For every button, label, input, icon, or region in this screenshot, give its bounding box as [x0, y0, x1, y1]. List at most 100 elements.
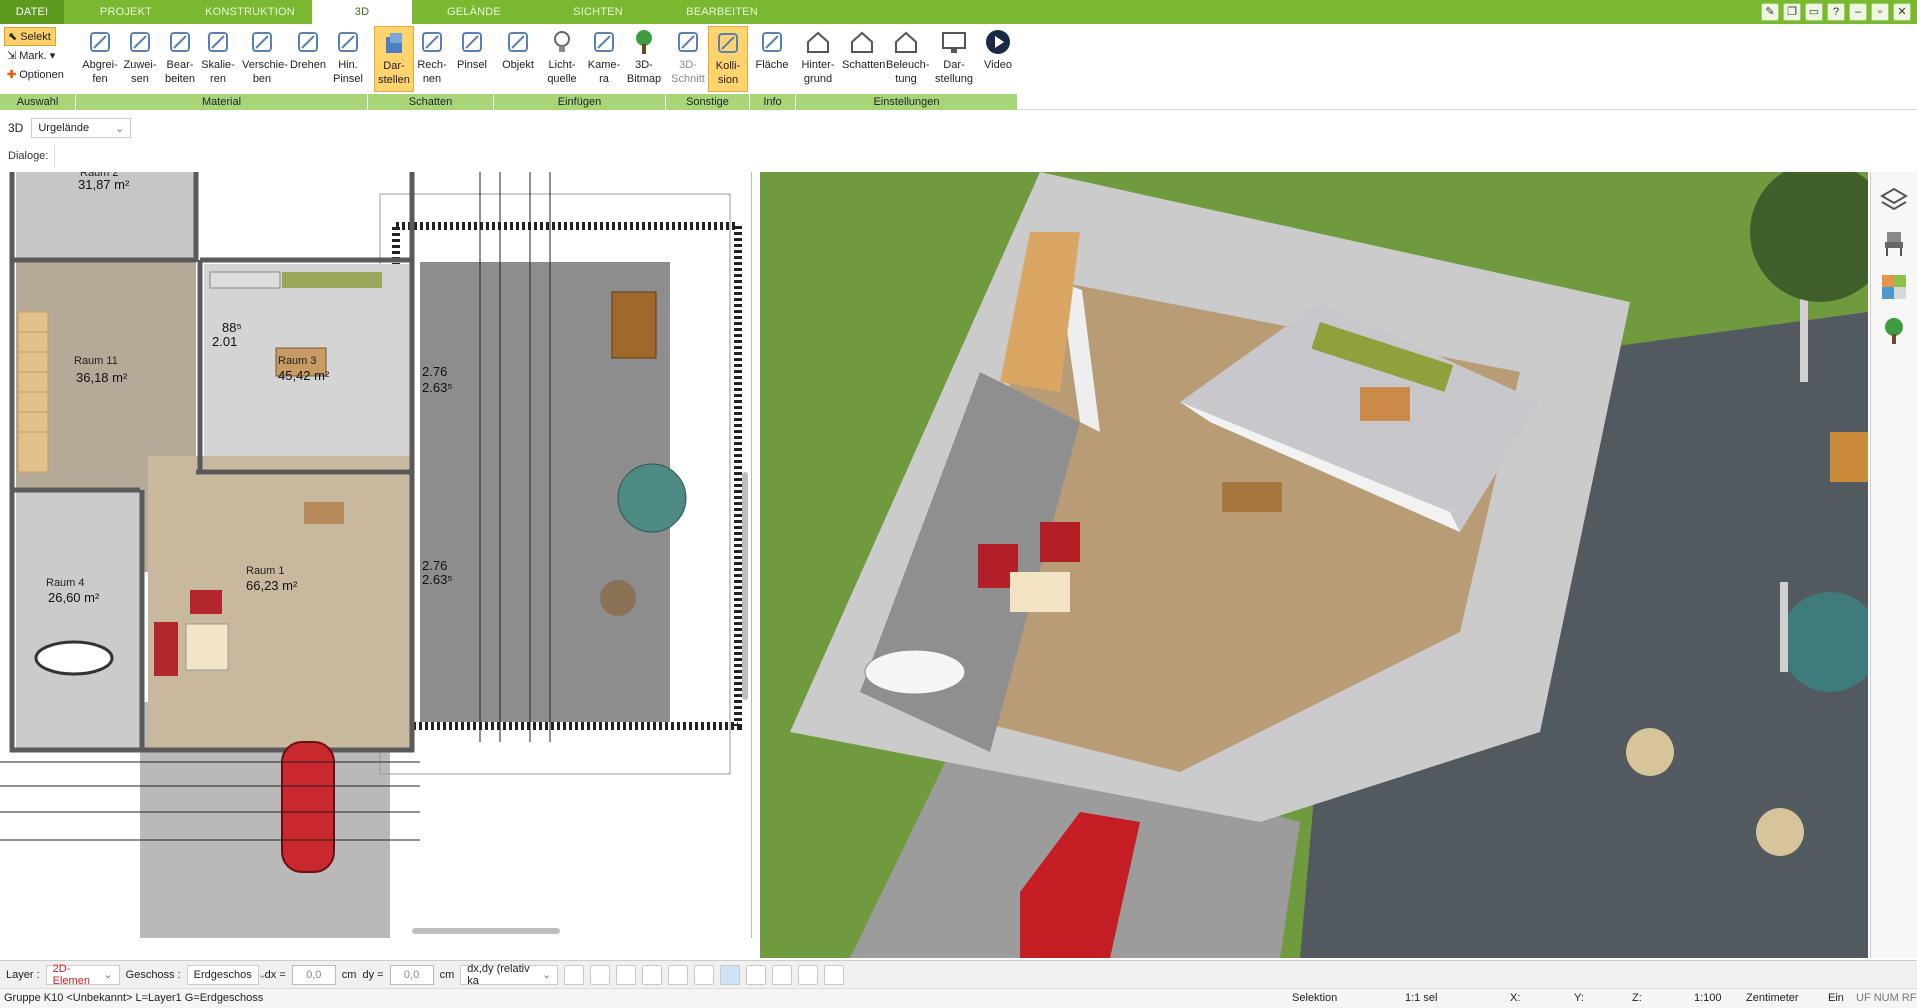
dx-input[interactable]: 0,0 [291, 964, 336, 985]
north-icon[interactable] [798, 964, 819, 985]
room-label-name: Raum 3 [278, 355, 317, 367]
grid-icon[interactable] [772, 964, 793, 985]
plane-icon[interactable] [720, 964, 741, 985]
window-icon[interactable]: ▭ [1805, 3, 1823, 21]
status-z: Z: [1632, 992, 1642, 1004]
layers-icon[interactable] [1879, 184, 1909, 214]
tab-bearbeiten[interactable]: BEARBEITEN [660, 0, 784, 24]
einstellungen-button-0[interactable]: Hinter- grund [798, 26, 838, 92]
brush-icon [462, 32, 482, 52]
plus-icon: ✚ [7, 69, 17, 81]
layer-dropdown[interactable]: 2D-Elemen ⌄ [45, 963, 120, 987]
floor-dropdown[interactable]: Erdgeschos ⌄ [186, 964, 267, 985]
mark-icon: ⇲ [7, 50, 17, 62]
chevron-down-icon: ⌄ [542, 969, 552, 981]
offset-mode-value: dx,dy (relativ ka [467, 962, 530, 987]
tab-gelaende[interactable]: GELÄNDE [412, 0, 536, 24]
einfuegen-button-0[interactable]: Objekt [498, 26, 538, 92]
car-icon[interactable] [694, 964, 715, 985]
ribbon-button-label: Objekt [502, 59, 534, 71]
tab-3d[interactable]: 3D [312, 0, 412, 24]
material-button-2[interactable]: Bear- beiten [160, 26, 200, 92]
tab-datei[interactable]: DATEI [0, 0, 64, 24]
group-label-sonstige: Sonstige [666, 94, 750, 110]
group-label-einfuegen: Einfügen [494, 94, 666, 110]
schatten-button-2[interactable]: Pinsel [452, 26, 492, 92]
material-button-3[interactable]: Skalie- ren [198, 26, 238, 92]
close-icon[interactable]: ✕ [1893, 3, 1911, 21]
paint-icon[interactable] [642, 964, 663, 985]
einstellungen-button-1[interactable]: Schatten [842, 26, 885, 92]
chevron-down-icon: ▾ [49, 50, 56, 62]
area-icon [762, 32, 782, 52]
room-label-name: Raum 1 [246, 565, 285, 577]
clock-icon[interactable] [564, 964, 585, 985]
material-button-6[interactable]: Hin. Pinsel [328, 26, 368, 92]
ribbon-button-label: Zuwei- sen [123, 59, 157, 85]
minimize-icon[interactable]: – [1849, 3, 1867, 21]
view-subbar: 3D Urgelände ⌄ [0, 114, 1917, 142]
rotate-icon [298, 32, 318, 52]
ribbon-button-label: Video [984, 59, 1012, 71]
monitor-icon[interactable] [590, 964, 611, 985]
3d-scene [760, 172, 1868, 958]
sonstige-button-1[interactable]: Kolli- sion [708, 26, 748, 92]
help-icon[interactable]: ? [1827, 3, 1845, 21]
wave-icon[interactable] [746, 964, 767, 985]
sonstige-button-0[interactable]: 3D- Schnitt [668, 26, 708, 92]
select-button[interactable]: ⬉ Selekt [4, 27, 56, 46]
tree-icon[interactable] [1879, 316, 1909, 346]
tree-icon [636, 30, 652, 54]
materials-icon[interactable] [1879, 272, 1909, 302]
einstellungen-button-3[interactable]: Dar- stellung [934, 26, 974, 92]
pen-icon[interactable]: ✎ [1761, 3, 1779, 21]
terrain-dropdown[interactable]: Urgelände ⌄ [31, 118, 132, 138]
ribbon-button-label: 3D- Schnitt [671, 59, 705, 85]
tab-sichten[interactable]: SICHTEN [536, 0, 660, 24]
chevron-down-icon: ⌄ [115, 122, 125, 135]
schatten-button-0[interactable]: Dar- stellen [374, 26, 414, 92]
material-button-4[interactable]: Verschie- ben [242, 26, 288, 92]
ribbon-tabbar: DATEI PROJEKT KONSTRUKTION 3D GELÄNDE SI… [0, 0, 1917, 24]
material-button-5[interactable]: Drehen [288, 26, 328, 92]
dimension-label: 2.63⁵ [422, 572, 453, 587]
material-button-0[interactable]: Abgrei- fen [80, 26, 120, 92]
material-button-1[interactable]: Zuwei- sen [120, 26, 160, 92]
einfuegen-button-2[interactable]: Kame- ra [584, 26, 624, 92]
info-button-0[interactable]: Fläche [752, 26, 792, 92]
room-label-area: 66,23 m² [246, 578, 298, 593]
status-mode: Selektion [1292, 992, 1338, 1004]
offset-mode-dropdown[interactable]: dx,dy (relativ ka ⌄ [460, 962, 559, 987]
horizontal-scrollbar[interactable] [412, 928, 560, 934]
einfuegen-button-1[interactable]: Licht- quelle [542, 26, 582, 92]
dy-input[interactable]: 0,0 [389, 964, 434, 985]
right-sidebar [1870, 172, 1917, 958]
dialog-label: Dialoge: [8, 150, 49, 162]
chair-icon[interactable] [1879, 228, 1909, 258]
layer-stack-icon[interactable] [616, 964, 637, 985]
dimension-label: 88⁵ [222, 320, 242, 335]
scale-icon [208, 32, 228, 52]
tab-projekt[interactable]: PROJEKT [64, 0, 188, 24]
einstellungen-button-2[interactable]: Beleuch- tung [886, 26, 930, 92]
schatten-button-1[interactable]: Rech- nen [412, 26, 452, 92]
status-selection-info: Gruppe K10 <Unbekannt> L=Layer1 G=Erdges… [4, 992, 264, 1004]
einfuegen-button-3[interactable]: 3D- Bitmap [624, 26, 664, 92]
tab-konstruktion[interactable]: KONSTRUKTION [188, 0, 312, 24]
pin-icon[interactable] [824, 964, 845, 985]
einstellungen-button-4[interactable]: Video [978, 26, 1018, 92]
3d-view[interactable] [760, 172, 1868, 958]
floor-plan-view[interactable]: Raum 2 31,87 m² Raum 11 36,18 m² Raum 3 … [0, 172, 752, 938]
options-button[interactable]: ✚ Optionen [4, 65, 74, 84]
calc-icon [422, 32, 442, 52]
mark-button[interactable]: ⇲ Mark. ▾ [4, 46, 74, 65]
restore-icon[interactable]: ▫ [1871, 3, 1889, 21]
snap-icon[interactable] [668, 964, 689, 985]
ribbon-button-label: Beleuch- tung [886, 59, 930, 85]
status-bar: Gruppe K10 <Unbekannt> L=Layer1 G=Erdges… [0, 988, 1917, 1008]
bottom-toolbar: Layer : 2D-Elemen ⌄ Geschoss : Erdgescho… [0, 960, 1917, 988]
vertical-scrollbar[interactable] [742, 472, 748, 700]
app-window: DATEI PROJEKT KONSTRUKTION 3D GELÄNDE SI… [0, 0, 1917, 1008]
status-scale: 1:100 [1694, 992, 1722, 1004]
copy-icon[interactable]: ❐ [1783, 3, 1801, 21]
